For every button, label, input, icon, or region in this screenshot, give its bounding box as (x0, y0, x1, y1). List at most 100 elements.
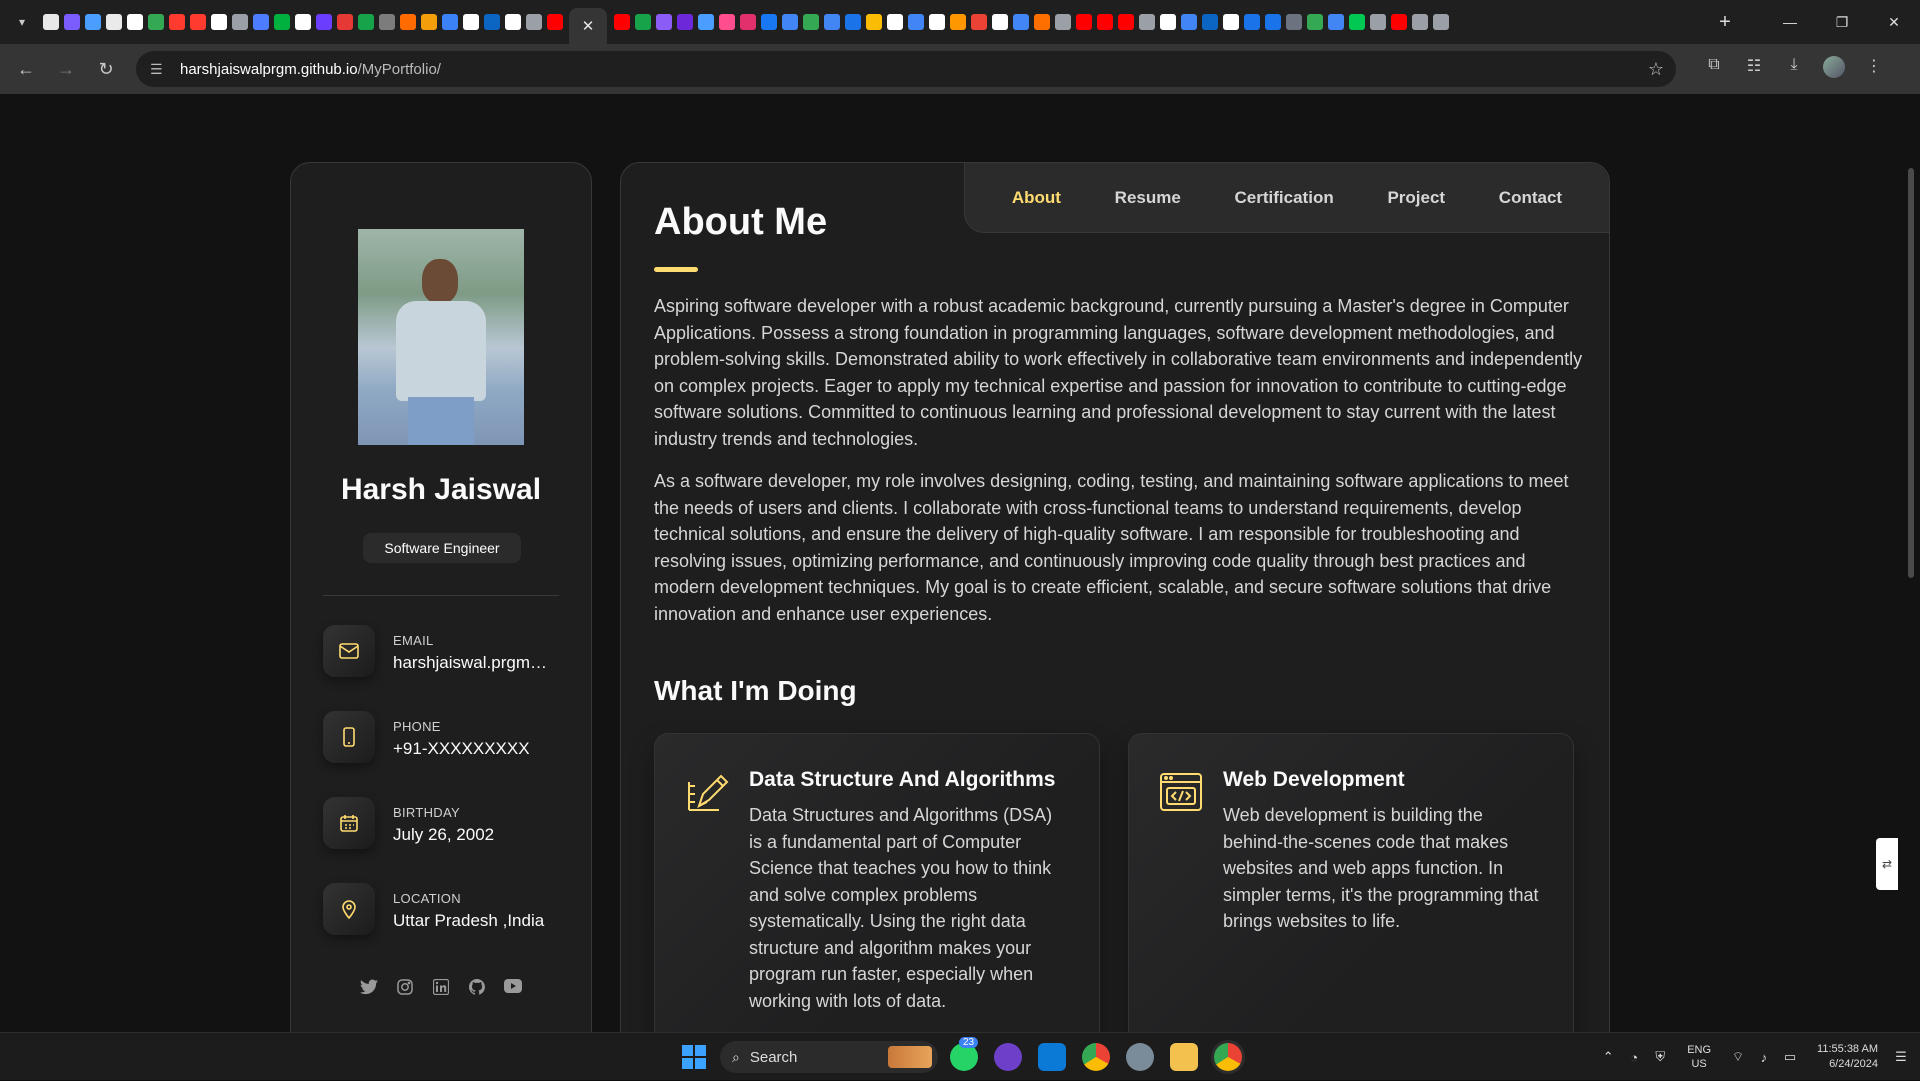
minimize-icon[interactable]: — (1764, 14, 1816, 31)
reading-list-icon[interactable]: ☷ (1734, 56, 1774, 83)
tab-favicon-icon[interactable] (1180, 14, 1197, 30)
tab-favicon-icon[interactable] (420, 14, 437, 30)
tab-favicon-icon[interactable] (105, 14, 122, 30)
vscode-icon[interactable] (1038, 1043, 1066, 1071)
tab-favicon-icon[interactable] (357, 14, 374, 30)
tab-favicon-icon[interactable] (462, 14, 479, 30)
active-tab-close-icon[interactable]: ✕ (569, 8, 607, 44)
tab-favicon-icon[interactable] (1075, 14, 1092, 30)
tab-favicon-icon[interactable] (336, 14, 353, 30)
settings-gear-icon[interactable] (1126, 1043, 1154, 1071)
tab-favicon-icon[interactable] (1348, 14, 1365, 30)
nav-link-project[interactable]: Project (1387, 188, 1445, 208)
tab-favicon-icon[interactable] (63, 14, 80, 30)
tab-favicon-icon[interactable] (1327, 14, 1344, 30)
tab-favicon-icon[interactable] (210, 14, 227, 30)
tab-favicon-icon[interactable] (634, 14, 651, 30)
file-explorer-icon[interactable] (1170, 1043, 1198, 1071)
tab-favicon-icon[interactable] (1264, 14, 1281, 30)
notifications-icon[interactable]: ☰ (1888, 1049, 1914, 1065)
nav-link-contact[interactable]: Contact (1499, 188, 1562, 208)
defender-shield-icon[interactable]: ⛨ (1647, 1049, 1673, 1065)
tab-favicon-icon[interactable] (865, 14, 882, 30)
bookmark-star-icon[interactable]: ☆ (1648, 59, 1664, 80)
tab-favicon-icon[interactable] (168, 14, 185, 30)
tab-favicon-icon[interactable] (697, 14, 714, 30)
tab-favicon-icon[interactable] (294, 14, 311, 30)
youtube-icon[interactable] (504, 979, 522, 997)
tab-favicon-icon[interactable] (378, 14, 395, 30)
tab-favicon-icon[interactable] (1306, 14, 1323, 30)
tab-favicon-icon[interactable] (147, 14, 164, 30)
tab-favicon-icon[interactable] (907, 14, 924, 30)
tab-favicon-icon[interactable] (655, 14, 672, 30)
download-icon[interactable]: ⤓ (1774, 56, 1814, 83)
chrome-icon[interactable] (1082, 1043, 1110, 1071)
tab-favicon-icon[interactable] (546, 14, 563, 30)
tab-favicon-icon[interactable] (676, 14, 693, 30)
extensions-icon[interactable]: ⧉ (1694, 56, 1734, 83)
site-info-icon[interactable]: ☰ (150, 61, 172, 78)
email-link[interactable]: harshjaiswal.prgm@... (393, 653, 557, 673)
tab-favicon-icon[interactable] (231, 14, 248, 30)
tab-favicon-icon[interactable] (1054, 14, 1071, 30)
nav-link-resume[interactable]: Resume (1115, 188, 1181, 208)
tab-favicon-icon[interactable] (189, 14, 206, 30)
tab-favicon-icon[interactable] (928, 14, 945, 30)
tab-favicon-icon[interactable] (441, 14, 458, 30)
tab-favicon-icon[interactable] (1159, 14, 1176, 30)
linkedin-icon[interactable] (432, 978, 450, 997)
tab-favicon-icon[interactable] (84, 14, 101, 30)
close-window-icon[interactable]: ✕ (1868, 14, 1920, 31)
tab-favicon-icon[interactable] (315, 14, 332, 30)
tab-favicon-icon[interactable] (823, 14, 840, 30)
tab-favicon-icon[interactable] (844, 14, 861, 30)
tab-favicon-icon[interactable] (504, 14, 521, 30)
kebab-menu-icon[interactable]: ⋮ (1854, 56, 1894, 83)
tab-search-button[interactable]: ▾ (8, 8, 36, 36)
tab-favicon-icon[interactable] (802, 14, 819, 30)
instagram-icon[interactable] (396, 979, 414, 997)
tab-favicon-icon[interactable] (1222, 14, 1239, 30)
clock-app-icon[interactable]: ◔ (1621, 1050, 1647, 1065)
wifi-icon[interactable]: ⌔ (1725, 1049, 1751, 1065)
side-extension-widget[interactable]: ⇄ (1876, 838, 1898, 890)
volume-icon[interactable]: ♪ (1751, 1050, 1777, 1065)
tab-favicon-icon[interactable] (1138, 14, 1155, 30)
tab-favicon-icon[interactable] (991, 14, 1008, 30)
restore-icon[interactable]: ❐ (1816, 14, 1868, 31)
tab-favicon-icon[interactable] (126, 14, 143, 30)
tab-favicon-icon[interactable] (1390, 14, 1407, 30)
tab-favicon-icon[interactable] (1117, 14, 1134, 30)
tab-favicon-icon[interactable] (525, 14, 542, 30)
back-arrow-icon[interactable]: ← (6, 59, 46, 80)
tab-favicon-icon[interactable] (1096, 14, 1113, 30)
taskbar-clock[interactable]: 11:55:38 AM 6/24/2024 (1817, 1042, 1878, 1072)
chevron-up-icon[interactable]: ⌃ (1595, 1049, 1621, 1065)
battery-icon[interactable]: ▭ (1777, 1049, 1803, 1065)
phone-link[interactable]: +91-XXXXXXXXX (393, 739, 557, 759)
tab-favicon-icon[interactable] (42, 14, 59, 30)
twitter-icon[interactable] (360, 979, 378, 997)
nav-link-certification[interactable]: Certification (1235, 188, 1334, 208)
tab-favicon-icon[interactable] (949, 14, 966, 30)
tab-favicon-icon[interactable] (252, 14, 269, 30)
taskbar-search[interactable]: ⌕ Search (720, 1041, 938, 1073)
nav-link-about[interactable]: About (1012, 188, 1061, 208)
tab-favicon-icon[interactable] (718, 14, 735, 30)
tab-favicon-icon[interactable] (1369, 14, 1386, 30)
reload-icon[interactable]: ↻ (86, 59, 126, 80)
github-desktop-icon[interactable] (994, 1043, 1022, 1071)
tab-favicon-icon[interactable] (1243, 14, 1260, 30)
tab-favicon-icon[interactable] (1411, 14, 1428, 30)
tab-favicon-icon[interactable] (760, 14, 777, 30)
address-bar[interactable]: ☰ harshjaiswalprgm.github.io/MyPortfolio… (136, 51, 1676, 87)
tab-favicon-icon[interactable] (1432, 14, 1449, 30)
tab-favicon-icon[interactable] (273, 14, 290, 30)
page-scrollbar[interactable] (1908, 168, 1914, 578)
language-indicator[interactable]: ENG US (1687, 1043, 1711, 1071)
tab-favicon-icon[interactable] (739, 14, 756, 30)
chrome-active-icon[interactable] (1214, 1043, 1242, 1071)
new-tab-button[interactable]: + (1710, 11, 1740, 34)
tab-favicon-icon[interactable] (1033, 14, 1050, 30)
